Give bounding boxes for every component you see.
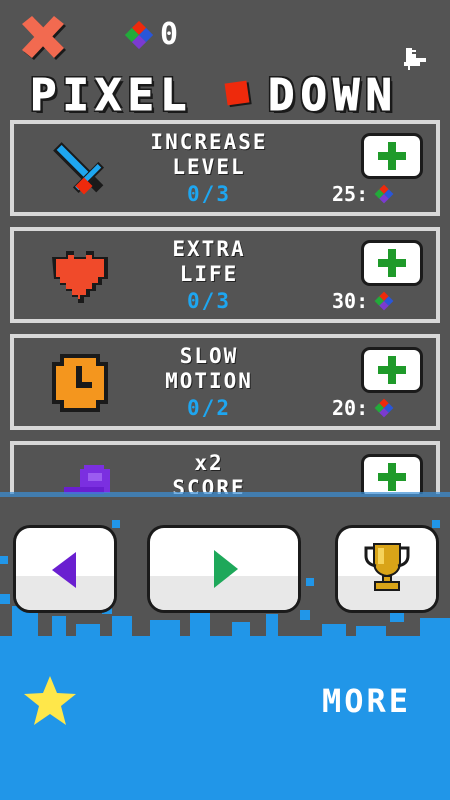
upgrade-card-increase-level: INCREASE LEVEL 0/3 25: [10,120,440,216]
star-icon[interactable] [22,674,78,728]
gem-icon [374,291,394,311]
upgrade-progress: 0/3 [187,182,231,206]
gem-icon [374,398,394,418]
arrow-left-icon [52,552,76,588]
upgrade-card-extra-life: EXTRA LIFE 0/3 30: [10,227,440,323]
upgrade-name: INCREASE [150,130,268,154]
upgrade-price: 30: [332,289,394,313]
upgrade-name: EXTRA [172,237,246,261]
gem-icon [374,184,394,204]
plus-icon [378,142,406,170]
buy-slow-motion-button[interactable] [364,350,420,390]
list-divider [0,492,450,497]
play-button[interactable] [150,528,298,610]
upgrade-name: MOTION [165,369,253,393]
buy-increase-level-button[interactable] [364,136,420,176]
plus-icon [378,463,406,491]
buy-x2-score-button[interactable] [364,457,420,494]
clock-icon [52,354,108,412]
purple-blob-icon [64,465,110,494]
price-value: 25: [332,182,369,206]
price-value: 20: [332,396,369,420]
upgrade-price: 25: [332,182,394,206]
upgrade-progress: 0/2 [187,396,231,420]
arrow-right-icon [214,550,238,588]
upgrade-name: LIFE [179,262,239,286]
upgrade-card-x2-score: x2 SCORE [10,441,440,494]
previous-button[interactable] [16,528,114,610]
leaderboard-button[interactable] [338,528,436,610]
plus-icon [378,249,406,277]
upgrade-list[interactable]: INCREASE LEVEL 0/3 25: EXTRA LIFE 0/3 30… [0,0,450,494]
upgrade-name: x2 [194,451,224,475]
upgrade-name: SLOW [179,344,239,368]
buy-extra-life-button[interactable] [364,243,420,283]
trophy-icon [364,543,410,591]
price-value: 30: [332,289,369,313]
plus-icon [378,356,406,384]
sword-icon [53,142,105,195]
heart-icon [52,251,108,303]
more-button[interactable]: MORE [322,682,411,720]
upgrade-price: 20: [332,396,394,420]
upgrade-card-slow-motion: SLOW MOTION 0/2 20: [10,334,440,430]
upgrade-name: LEVEL [172,155,246,179]
upgrade-progress: 0/3 [187,289,231,313]
